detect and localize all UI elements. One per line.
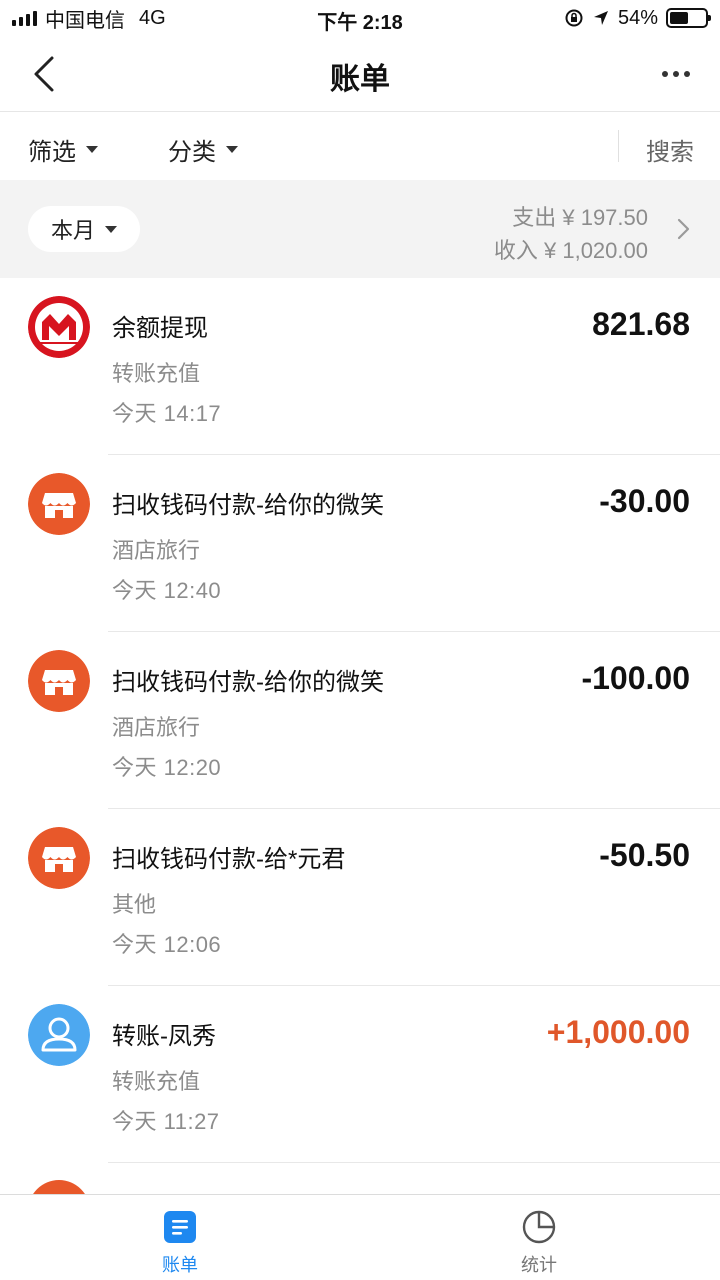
status-bar: 中国电信 4G 下午 2:18 54% (0, 0, 720, 36)
transaction-row[interactable]: 扫收钱码付款-给你的微笑 酒店旅行 今天 12:20 -100.00 (0, 632, 720, 809)
store-icon (28, 1180, 90, 1194)
chevron-right-icon (677, 218, 690, 240)
transaction-amount: +1,000.00 (546, 1014, 690, 1050)
transaction-time: 今天 11:27 (112, 1109, 220, 1134)
filter-dropdown[interactable]: 筛选 (28, 132, 98, 167)
transaction-row[interactable]: 扫收钱码付款-给*元君 其他 今天 12:06 -50.50 (0, 809, 720, 986)
transaction-category: 酒店旅行 (112, 538, 201, 563)
filter-label: 筛选 (28, 139, 76, 166)
rotation-lock-icon (565, 9, 583, 27)
transaction-row[interactable]: 转账-凤秀 转账充值 今天 11:27 +1,000.00 (0, 986, 720, 1163)
store-icon (28, 827, 90, 889)
tab-bar: 账单 统计 (0, 1194, 720, 1280)
search-button[interactable]: 搜索 (646, 132, 694, 167)
transaction-row[interactable]: 余额提现 转账充值 今天 14:17 821.68 (0, 278, 720, 455)
bill-icon (164, 1211, 196, 1243)
location-arrow-icon (593, 11, 608, 25)
transaction-category: 转账充值 (112, 1069, 201, 1094)
battery-icon (666, 8, 711, 28)
nav-bar: 账单 (0, 36, 720, 112)
transaction-amount: -30.00 (599, 483, 690, 519)
transaction-category: 酒店旅行 (112, 715, 201, 740)
transaction-amount: -100.00 (581, 660, 690, 696)
caret-down-icon (86, 146, 98, 153)
expense-total: 支出 ¥ 197.50 (512, 205, 648, 230)
transaction-title: 扫收钱码付款-给*元君 (112, 846, 346, 873)
month-summary[interactable]: 本月 支出 ¥ 197.50 收入 ¥ 1,020.00 (0, 180, 720, 278)
caret-down-icon (226, 146, 238, 153)
transaction-time: 今天 14:17 (112, 401, 222, 426)
user-avatar-icon (28, 1004, 90, 1066)
transaction-time: 今天 12:06 (112, 932, 222, 957)
transaction-category: 转账充值 (112, 361, 201, 386)
category-dropdown[interactable]: 分类 (168, 132, 238, 167)
tab-bill-label: 账单 (162, 1255, 198, 1275)
battery-percent: 54% (617, 6, 658, 29)
transaction-title: 余额提现 (112, 315, 208, 342)
more-dots-icon[interactable] (656, 60, 696, 88)
pie-chart-icon (522, 1210, 556, 1244)
income-total: 收入 ¥ 1,020.00 (493, 238, 648, 263)
tab-statistics-label: 统计 (521, 1255, 557, 1275)
transaction-amount: -50.50 (599, 837, 690, 873)
store-icon (28, 473, 90, 535)
page-title: 账单 (330, 63, 390, 96)
store-icon (28, 650, 90, 712)
caret-down-icon (105, 225, 117, 233)
transaction-amount: 821.68 (592, 306, 690, 342)
bank-logo-icon (28, 296, 90, 358)
transaction-title: 转账-凤秀 (112, 1023, 216, 1050)
month-label: 本月 (50, 218, 95, 243)
row-divider (108, 1162, 720, 1163)
transaction-time: 今天 12:40 (112, 578, 222, 603)
divider (618, 130, 619, 162)
transaction-row[interactable]: 扫收钱码付款-给你的微笑 酒店旅行 今天 12:40 -30.00 (0, 455, 720, 632)
tab-bill[interactable]: 账单 (120, 1209, 240, 1277)
filter-bar: 筛选 分类 搜索 (0, 112, 720, 180)
tab-statistics[interactable]: 统计 (479, 1209, 599, 1277)
transaction-title: 扫收钱码付款-给你的微笑 (112, 669, 384, 696)
transaction-title: 扫收钱码付款-给你的微笑 (112, 492, 384, 519)
month-selector[interactable]: 本月 (28, 206, 140, 252)
transaction-category: 其他 (112, 892, 157, 917)
transaction-time: 今天 12:20 (112, 755, 222, 780)
status-right: 54% (564, 6, 711, 30)
category-label: 分类 (168, 139, 216, 166)
